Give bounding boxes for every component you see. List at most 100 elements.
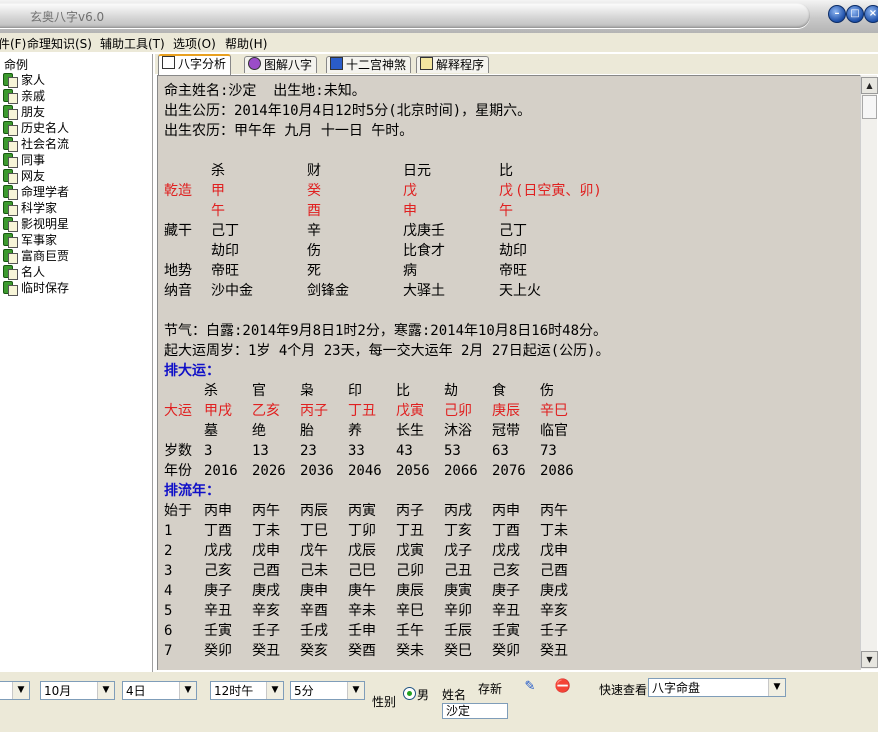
menu-file[interactable]: 文件(F) [0, 35, 26, 52]
tab-explain[interactable]: 解释程序 [416, 56, 490, 73]
tab-bazi-diagram[interactable]: 图解八字 [244, 56, 318, 73]
month-value: 10月 [44, 684, 72, 698]
month-combo[interactable]: 10月 ▼ [40, 681, 115, 700]
hidden-stem: 辛 [307, 223, 321, 239]
tree-item[interactable]: 家人 [3, 71, 45, 88]
tab-bazi-analysis[interactable]: 八字分析 [158, 54, 232, 75]
tree-item[interactable]: 名人 [3, 263, 45, 280]
liunian-cell: 丁未 [540, 523, 568, 539]
hour-combo[interactable]: 12时午 ▼ [210, 681, 284, 700]
quickview-combo[interactable]: 八字命盘 ▼ [648, 678, 786, 697]
quickview-value: 八字命盘 [652, 681, 701, 695]
tree-item[interactable]: 朋友 [3, 103, 45, 120]
tree-item[interactable]: 命理学者 [3, 183, 69, 200]
vertical-scrollbar[interactable]: ▲ ▼ [860, 75, 878, 669]
hidden-god: 伤 [307, 243, 321, 259]
stop-icon[interactable]: ⛔ [554, 679, 572, 695]
folder-book-icon [3, 105, 18, 120]
liunian-row: 4 庚子 庚戌 庚申 庚午 庚辰 庚寅 庚子 庚戌 [164, 581, 610, 601]
dayun-cell: 辛巳 [540, 403, 568, 419]
liunian-cell: 己巳 [348, 563, 376, 579]
tree-item[interactable]: 同事 [3, 151, 45, 168]
tree-item[interactable]: 军事家 [3, 231, 57, 248]
save-new-label[interactable]: 存新 [478, 680, 502, 697]
name-input[interactable]: 沙定 [442, 703, 508, 719]
year-combo[interactable]: ▼ [0, 681, 30, 700]
chevron-down-icon[interactable]: ▼ [347, 682, 364, 699]
dayun-cell: 63 [492, 443, 509, 459]
chevron-down-icon[interactable]: ▼ [768, 679, 785, 696]
dayun-cell: 庚辰 [492, 403, 520, 419]
liunian-row: 6 壬寅 壬子 壬戌 壬申 壬午 壬辰 壬寅 壬子 [164, 621, 610, 641]
folder-book-icon [3, 73, 18, 88]
liunian-cell: 丁未 [252, 523, 280, 539]
chevron-down-icon[interactable]: ▼ [97, 682, 114, 699]
dayun-cell: 临官 [540, 423, 568, 439]
dayun-cell: 墓 [204, 423, 218, 439]
maximize-icon: □ [850, 8, 860, 19]
minute-combo[interactable]: 5分 ▼ [290, 681, 365, 700]
day-value: 4日 [126, 684, 146, 698]
solar-date-line: 出生公历：2014年10月4日12时5分(北京时间)，星期六。 [164, 103, 532, 119]
close-button[interactable]: × [864, 5, 878, 23]
tree-item[interactable]: 历史名人 [3, 119, 69, 136]
liunian-cell: 辛巳 [396, 603, 424, 619]
dayun-cell: 2016 [204, 463, 238, 479]
report-pane[interactable]: 命主姓名:沙定 出生地:未知。 出生公历：2014年10月4日12时5分(北京时… [157, 75, 861, 670]
gender-male-radio[interactable] [403, 687, 416, 700]
tree-item[interactable]: 临时保存 [3, 279, 69, 296]
maximize-button[interactable]: □ [846, 5, 864, 23]
qiyun-line: 起大运周岁：1岁 4个月 23天，每一交大运年 2月 27日起运(公历)。 [164, 343, 610, 359]
liunian-cell: 壬申 [348, 623, 376, 639]
tab-bar: 八字分析 图解八字 十二宫神煞 解释程序 [155, 54, 878, 75]
gender-label: 性别 [372, 695, 397, 709]
liunian-cell: 癸卯 [204, 643, 232, 659]
document-icon [162, 56, 175, 69]
liunian-cell: 戊申 [252, 543, 280, 559]
row-label: 岁数 [164, 443, 192, 459]
dayun-cell: 2036 [300, 463, 334, 479]
liunian-cell: 丙寅 [348, 503, 376, 519]
chevron-down-icon[interactable]: ▼ [179, 682, 196, 699]
menu-help[interactable]: 帮助(H) [225, 35, 267, 52]
hidden-stem: 己丁 [211, 223, 239, 239]
liunian-cell: 辛卯 [444, 603, 472, 619]
liunian-cell: 癸丑 [252, 643, 280, 659]
tree-item[interactable]: 影视明星 [3, 215, 69, 232]
tree-item[interactable]: 网友 [3, 167, 45, 184]
tab-twelve-palaces[interactable]: 十二宫神煞 [326, 56, 412, 73]
chevron-down-icon[interactable]: ▼ [12, 682, 29, 699]
menu-options[interactable]: 选项(O) [173, 35, 216, 52]
scroll-down-button[interactable]: ▼ [861, 651, 878, 668]
dayun-cell: 官 [252, 383, 266, 399]
tree-item-label: 科学家 [21, 201, 58, 215]
pen-icon[interactable]: ✎ [521, 679, 539, 695]
tree-item[interactable]: 科学家 [3, 199, 58, 216]
case-tree[interactable]: 命例 家人 亲戚 朋友 历史名人 社会名流 同事 网友 命理学者 科学家 影视明星 军事家 富商巨贾名… [0, 54, 153, 673]
dayun-cell: 戊寅 [396, 403, 424, 419]
day-combo[interactable]: 4日 ▼ [122, 681, 197, 700]
scroll-up-button[interactable]: ▲ [861, 77, 878, 94]
dayun-cell: 2066 [444, 463, 478, 479]
dishi-value: 帝旺 [499, 263, 527, 279]
dishi-value: 帝旺 [211, 263, 239, 279]
dayun-cell: 23 [300, 443, 317, 459]
scroll-thumb[interactable] [862, 95, 877, 119]
dayun-cell: 73 [540, 443, 557, 459]
liunian-cell: 戊辰 [348, 543, 376, 559]
menu-tools[interactable]: 辅助工具(T) [100, 35, 165, 52]
dayun-pillars-row: 大运 甲戌 乙亥 丙子 丁丑 戊寅 己卯 庚辰 辛巳 [164, 401, 610, 421]
minimize-icon: – [834, 8, 840, 19]
tree-item[interactable]: 富商巨贾 [3, 247, 69, 264]
minimize-button[interactable]: – [828, 5, 846, 23]
dayun-cell: 己卯 [444, 403, 472, 419]
ten-god: 杀 [211, 163, 225, 179]
chevron-down-icon[interactable]: ▼ [266, 682, 283, 699]
folder-book-icon [3, 249, 18, 264]
tree-item[interactable]: 亲戚 [3, 87, 45, 104]
tree-item[interactable]: 社会名流 [3, 135, 69, 152]
menu-knowledge[interactable]: 命理知识(S) [27, 35, 92, 52]
dishi-value: 病 [403, 263, 417, 279]
liunian-cell: 壬子 [252, 623, 280, 639]
